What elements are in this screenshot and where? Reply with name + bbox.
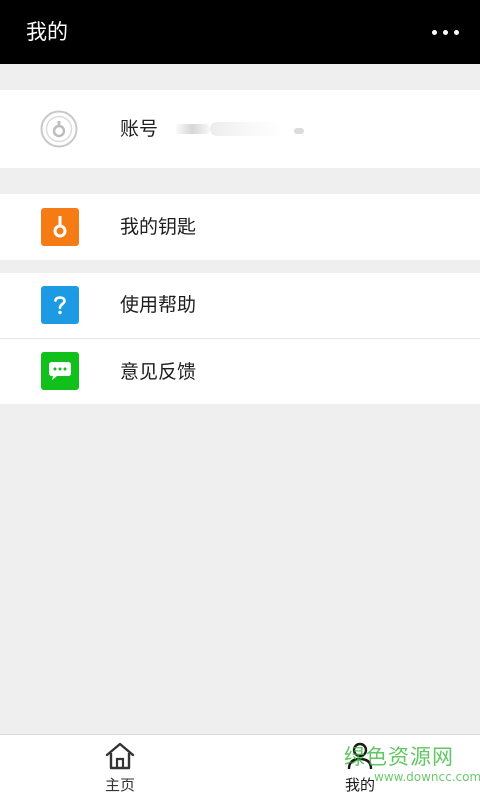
more-dot	[454, 30, 459, 35]
more-dot	[432, 30, 437, 35]
watermark-url: www.downcc.com	[374, 770, 480, 784]
my-keys-label: 我的钥匙	[120, 216, 197, 238]
more-dots-icon[interactable]	[430, 20, 462, 44]
chat-bubble-icon	[41, 352, 79, 390]
page-title: 我的	[26, 20, 68, 44]
feedback-label: 意见反馈	[120, 361, 197, 383]
account-value-redacted	[170, 118, 310, 140]
help-row[interactable]: 使用帮助	[0, 273, 480, 338]
user-placeholder-icon	[40, 110, 78, 148]
watermark-text: 绿色资源网	[344, 745, 454, 769]
account-row[interactable]: 账号	[0, 90, 480, 168]
nav-home[interactable]: 主页	[60, 735, 180, 801]
top-bar: 我的	[0, 0, 480, 64]
watermark: 绿色资源网 www.downcc.com	[344, 744, 480, 790]
feedback-row[interactable]: 意见反馈	[0, 339, 480, 404]
account-label: 账号	[120, 118, 159, 140]
more-dot	[443, 30, 448, 35]
my-keys-row[interactable]: 我的钥匙	[0, 194, 480, 260]
question-mark-icon	[41, 286, 79, 324]
home-icon	[104, 741, 136, 771]
key-icon	[41, 208, 79, 246]
help-label: 使用帮助	[120, 294, 197, 316]
nav-home-label: 主页	[104, 776, 135, 794]
